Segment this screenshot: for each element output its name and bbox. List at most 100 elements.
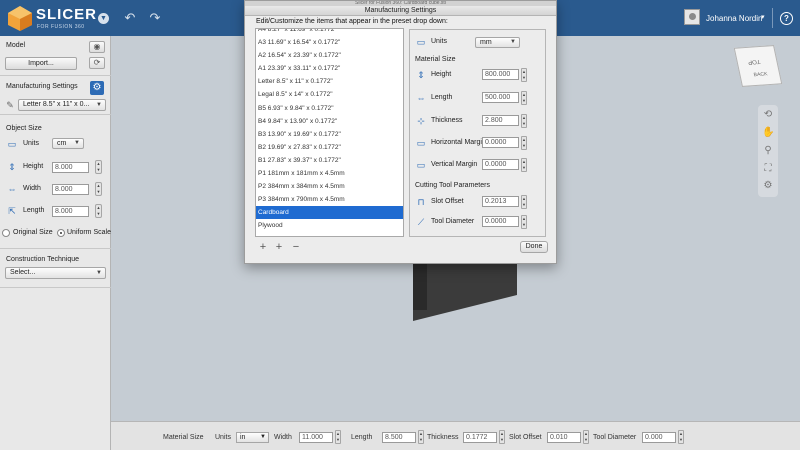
preset-item[interactable]: Plywood — [256, 219, 403, 232]
height-label: Height — [23, 163, 44, 170]
undo-icon[interactable]: ↶ — [122, 11, 138, 25]
manufacturing-title: Manufacturing Settings — [6, 83, 78, 90]
preset-item[interactable]: Cardboard — [256, 206, 403, 220]
slot-offset-stepper[interactable]: ▲ ▼ — [521, 195, 527, 209]
preset-item[interactable]: B3 13.90" x 19.69" x 0.1772" — [256, 128, 403, 141]
bottom-width-field[interactable]: 11.000 — [299, 432, 333, 443]
bottom-tool-diameter-label: Tool Diameter — [593, 434, 637, 441]
height-stepper[interactable]: ▲ ▼ — [95, 160, 102, 174]
uniform-scale-radio[interactable] — [57, 229, 65, 237]
vertical-margin-icon: ▭ — [416, 160, 426, 170]
bottom-length-stepper[interactable]: ▲ ▼ — [418, 430, 424, 444]
length-stepper[interactable]: ▲ ▼ — [95, 204, 102, 218]
units-label: Units — [23, 140, 39, 147]
preset-item[interactable]: P3 384mm x 790mm x 4.5mm — [256, 193, 403, 206]
brand-name: SLICER — [36, 6, 98, 23]
preset-item[interactable]: B5 6.93" x 9.84" x 0.1772" — [256, 102, 403, 115]
bottom-thickness-stepper[interactable]: ▲ ▼ — [499, 430, 505, 444]
horizontal-margin-stepper[interactable]: ▲ ▼ — [521, 136, 527, 150]
orbit-icon[interactable]: ⟲ — [762, 109, 774, 121]
eye-icon[interactable]: ◉ — [89, 41, 105, 53]
refresh-icon[interactable]: ⟳ — [89, 57, 105, 69]
bottom-width-stepper[interactable]: ▲ ▼ — [335, 430, 341, 444]
user-menu-chevron-icon[interactable]: ▾ — [761, 13, 765, 21]
bottom-tool-diameter-field[interactable]: 0.000 — [642, 432, 676, 443]
thickness-label: Thickness — [431, 117, 463, 124]
bottom-tool-diameter-stepper[interactable]: ▲ ▼ — [678, 430, 684, 444]
bottom-slot-offset-field[interactable]: 0.010 — [547, 432, 581, 443]
slot-icon: ⊓ — [417, 197, 425, 207]
preset-item[interactable]: Plywood 2 — [256, 233, 403, 237]
thickness-field[interactable]: 2.800 — [482, 115, 519, 126]
import-button[interactable]: Import... — [5, 57, 77, 70]
units-select-value: cm — [57, 140, 67, 147]
bottom-bar: Material Size Units in ▼ Width 11.000 ▲ ▼… — [111, 421, 800, 450]
view-cube-back-label[interactable]: BACK — [753, 71, 768, 78]
preset-item[interactable]: A1 23.39" x 33.11" x 0.1772" — [256, 62, 403, 75]
pencil-icon[interactable]: ✎ — [4, 100, 16, 110]
thickness-stepper[interactable]: ▲ ▼ — [521, 114, 527, 128]
chevron-down-icon[interactable]: ▼ — [98, 13, 109, 24]
view-cube[interactable]: TOP BACK — [733, 45, 783, 87]
height-field[interactable]: 8.000 — [52, 162, 89, 173]
bottom-slot-offset-stepper[interactable]: ▲ ▼ — [583, 430, 589, 444]
preset-select[interactable]: Letter 8.5" x 11" x 0... ▼ — [18, 99, 106, 111]
dialog-units-value: mm — [480, 39, 492, 46]
original-size-label[interactable]: Original Size — [13, 229, 53, 236]
dialog-units-select[interactable]: mm ▼ — [475, 37, 520, 48]
bottom-length-field[interactable]: 8.500 — [382, 432, 416, 443]
user-name[interactable]: Johanna Nordin — [706, 14, 762, 23]
height-icon: ⇕ — [8, 162, 16, 172]
horizontal-margin-label: Horizontal Margin — [431, 139, 486, 146]
preset-item[interactable]: P1 181mm x 181mm x 4.5mm — [256, 167, 403, 180]
length-field[interactable]: 500.000 — [482, 92, 519, 103]
tool-diameter-field[interactable]: 0.0000 — [482, 216, 519, 227]
bottom-units-select[interactable]: in ▼ — [236, 432, 269, 443]
pan-icon[interactable]: ✋ — [762, 127, 774, 139]
avatar-icon[interactable] — [684, 9, 700, 25]
horizontal-margin-field[interactable]: 0.0000 — [482, 137, 519, 148]
uniform-scale-label[interactable]: Uniform Scale — [67, 229, 111, 236]
length-stepper[interactable]: ▲ ▼ — [521, 91, 527, 105]
units-icon: ▭ — [416, 37, 426, 47]
width-stepper[interactable]: ▲ ▼ — [95, 182, 102, 196]
vertical-margin-field[interactable]: 0.0000 — [482, 159, 519, 170]
view-cube-top-label[interactable]: TOP — [747, 58, 761, 65]
length-label: Length — [23, 207, 45, 214]
remove-preset-button[interactable]: − — [289, 241, 303, 253]
preset-item[interactable]: Letter 8.5" x 11" x 0.1772" — [256, 75, 403, 88]
preset-list[interactable]: A4 8.27" x 11.69" x 0.1772" A3 11.69" x 1… — [255, 28, 404, 237]
preset-item[interactable]: Legal 8.5" x 14" x 0.1772" — [256, 88, 403, 101]
preset-item[interactable]: A3 11.69" x 16.54" x 0.1772" — [256, 36, 403, 49]
units-select[interactable]: cm ▼ — [52, 138, 84, 149]
zoom-icon[interactable]: ⚲ — [762, 145, 774, 157]
tool-diameter-stepper[interactable]: ▲ ▼ — [521, 215, 527, 229]
add-preset-button[interactable]: + — [256, 241, 270, 253]
vertical-margin-stepper[interactable]: ▲ ▼ — [521, 158, 527, 172]
brand-subtitle: FOR FUSION 360 — [37, 24, 85, 30]
help-icon[interactable]: ? — [780, 12, 793, 25]
duplicate-preset-button[interactable]: + — [272, 241, 286, 253]
preset-item[interactable]: B2 19.69" x 27.83" x 0.1772" — [256, 141, 403, 154]
height-stepper[interactable]: ▲ ▼ — [521, 68, 527, 82]
original-size-radio[interactable] — [2, 229, 10, 237]
preset-item[interactable]: P2 384mm x 384mm x 4.5mm — [256, 180, 403, 193]
units-icon: ▭ — [7, 139, 17, 149]
settings-icon[interactable]: ⚙ — [762, 180, 774, 192]
bottom-thickness-field[interactable]: 0.1772 — [463, 432, 497, 443]
slot-offset-field[interactable]: 0.2013 — [482, 196, 519, 207]
height-field[interactable]: 800.000 — [482, 69, 519, 80]
length-icon: ⇱ — [8, 206, 16, 216]
gear-icon[interactable]: ⚙ — [90, 81, 104, 95]
redo-icon[interactable]: ↷ — [147, 11, 163, 25]
preset-item[interactable]: A4 8.27" x 11.69" x 0.1772" — [256, 29, 403, 36]
construction-title: Construction Technique — [6, 256, 80, 263]
preset-item[interactable]: B4 9.84" x 13.90" x 0.1772" — [256, 115, 403, 128]
width-field[interactable]: 8.000 — [52, 184, 89, 195]
length-field[interactable]: 8.000 — [52, 206, 89, 217]
preset-item[interactable]: B1 27.83" x 39.37" x 0.1772" — [256, 154, 403, 167]
preset-item[interactable]: A2 16.54" x 23.39" x 0.1772" — [256, 49, 403, 62]
fit-icon[interactable]: ⛶ — [762, 163, 774, 175]
construction-select[interactable]: Select... ▼ — [5, 267, 106, 279]
done-button[interactable]: Done — [520, 241, 548, 253]
